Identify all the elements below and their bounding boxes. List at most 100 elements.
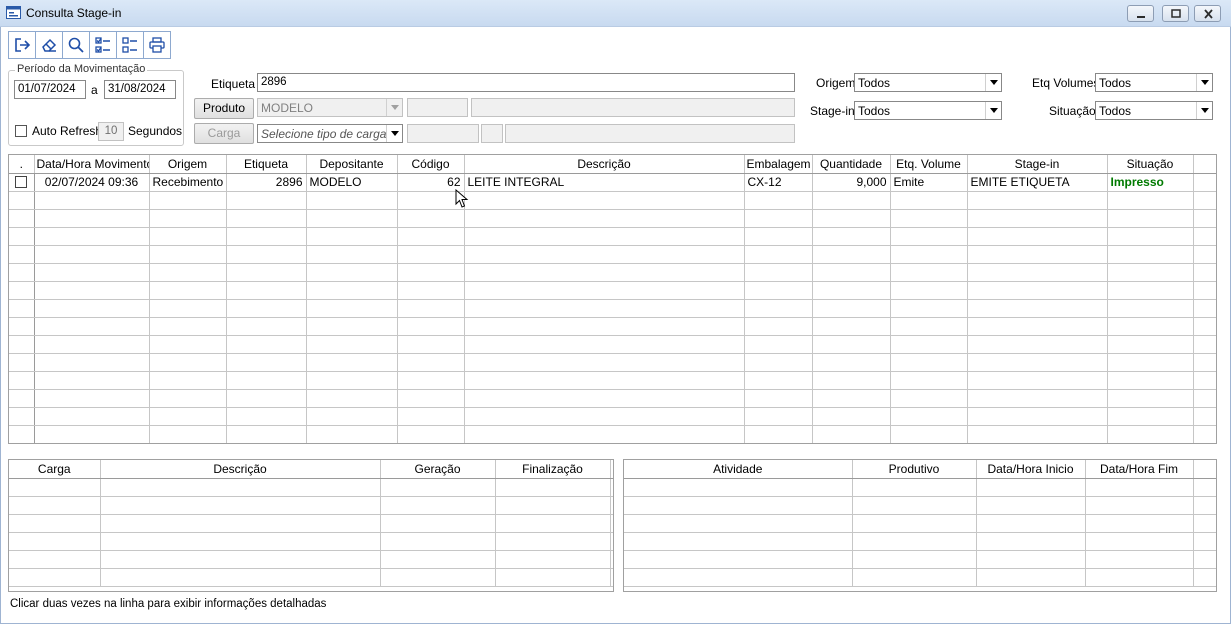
col-produtivo[interactable]: Produtivo — [852, 460, 977, 479]
col-depositante[interactable]: Depositante — [306, 155, 398, 174]
empty-cell — [34, 353, 150, 372]
maximize-button[interactable] — [1162, 5, 1189, 22]
origem-select[interactable]: Todos — [854, 73, 1002, 92]
col-origem[interactable]: Origem — [149, 155, 227, 174]
search-button[interactable] — [62, 31, 90, 59]
empty-cell — [9, 299, 35, 318]
col-quantidade[interactable]: Quantidade — [812, 155, 891, 174]
print-button[interactable] — [143, 31, 171, 59]
col-select[interactable]: . — [9, 155, 35, 174]
empty-cell — [226, 245, 307, 264]
main-grid: . Data/Hora Movimento Origem Etiqueta De… — [8, 154, 1217, 444]
empty-cell — [1193, 209, 1216, 228]
empty-cell — [149, 407, 227, 426]
eraser-icon — [42, 38, 57, 52]
cell-codigo: 62 — [397, 173, 465, 192]
col-data-hora[interactable]: Data/Hora Movimento — [34, 155, 150, 174]
empty-cell — [9, 425, 35, 443]
col-data-hora-inicio[interactable]: Data/Hora Inicio — [976, 460, 1086, 479]
list-icon — [122, 37, 137, 53]
select-all-button[interactable] — [89, 31, 117, 59]
produto-button[interactable]: Produto — [194, 98, 254, 119]
empty-cell — [1193, 299, 1216, 318]
col-data-hora-fim[interactable]: Data/Hora Fim — [1085, 460, 1194, 479]
exit-button[interactable] — [8, 31, 36, 59]
empty-row — [9, 425, 1216, 443]
empty-cell — [976, 550, 1086, 569]
situacao-select[interactable]: Todos — [1095, 101, 1213, 120]
stagein-select[interactable]: Todos — [854, 101, 1002, 120]
col-geracao[interactable]: Geração — [380, 460, 496, 479]
empty-cell — [1193, 191, 1216, 210]
col-atividade[interactable]: Atividade — [624, 460, 853, 479]
etiqueta-input[interactable]: 2896 — [257, 73, 795, 92]
empty-cell — [967, 263, 1108, 282]
col-etq-volume[interactable]: Etq. Volume — [890, 155, 968, 174]
empty-cell — [967, 353, 1108, 372]
empty-cell — [9, 478, 101, 497]
empty-cell — [744, 245, 813, 264]
empty-cell — [1193, 371, 1216, 390]
empty-cell — [967, 209, 1108, 228]
col-carga[interactable]: Carga — [9, 460, 101, 479]
empty-cell — [890, 389, 968, 408]
empty-row — [9, 227, 1216, 246]
produto-desc-field[interactable] — [471, 98, 795, 117]
empty-cell — [464, 209, 745, 228]
col-codigo[interactable]: Código — [397, 155, 465, 174]
row-checkbox[interactable] — [15, 176, 28, 188]
empty-cell — [464, 407, 745, 426]
unselect-all-button[interactable] — [116, 31, 144, 59]
produto-code-field[interactable] — [407, 98, 468, 117]
empty-cell — [744, 281, 813, 300]
empty-cell — [34, 227, 150, 246]
clear-button[interactable] — [35, 31, 63, 59]
col-stage-in[interactable]: Stage-in — [967, 155, 1108, 174]
empty-cell — [744, 209, 813, 228]
empty-cell — [890, 209, 968, 228]
row-select-cell[interactable] — [9, 173, 35, 192]
empty-cell — [226, 299, 307, 318]
empty-cell — [812, 389, 891, 408]
col-situacao[interactable]: Situação — [1107, 155, 1194, 174]
empty-cell — [1107, 209, 1194, 228]
empty-cell — [306, 335, 398, 354]
empty-cell — [610, 550, 613, 569]
empty-row — [624, 514, 1216, 533]
empty-cell — [100, 532, 381, 551]
empty-cell — [890, 227, 968, 246]
etq-volumes-select[interactable]: Todos — [1095, 73, 1213, 92]
empty-cell — [1107, 245, 1194, 264]
carga-button[interactable]: Carga — [194, 123, 254, 144]
refresh-seconds-field[interactable]: 10 — [98, 122, 124, 141]
col-carga-descricao[interactable]: Descrição — [100, 460, 381, 479]
empty-row — [9, 353, 1216, 372]
empty-cell — [1193, 514, 1216, 533]
close-button[interactable] — [1194, 5, 1221, 22]
empty-cell — [852, 496, 977, 515]
carga-code-field[interactable] — [407, 124, 479, 143]
etiqueta-label: Etiqueta — [211, 77, 256, 91]
col-finalizacao[interactable]: Finalização — [495, 460, 611, 479]
col-etiqueta[interactable]: Etiqueta — [226, 155, 307, 174]
carga-small-field[interactable] — [481, 124, 503, 143]
cell-data-hora: 02/07/2024 09:36 — [34, 173, 150, 192]
col-spacer — [610, 460, 613, 479]
table-row[interactable]: 02/07/2024 09:36 Recebimento 2896 MODELO… — [9, 173, 1216, 192]
col-embalagem[interactable]: Embalagem — [744, 155, 813, 174]
carga-type-select[interactable]: Selecione tipo de carga — [257, 124, 403, 143]
produto-select[interactable]: MODELO — [257, 98, 403, 117]
empty-cell — [1193, 227, 1216, 246]
auto-refresh-checkbox[interactable] — [15, 125, 27, 137]
carga-desc-field[interactable] — [505, 124, 795, 143]
col-descricao[interactable]: Descrição — [464, 155, 745, 174]
empty-cell — [306, 209, 398, 228]
empty-cell — [9, 371, 35, 390]
empty-cell — [1193, 532, 1216, 551]
periodo-start-field[interactable]: 01/07/2024 — [14, 80, 86, 99]
cell-quantidade: 9,000 — [812, 173, 891, 192]
minimize-button[interactable] — [1127, 5, 1154, 22]
periodo-end-field[interactable]: 31/08/2024 — [104, 80, 176, 99]
empty-row — [9, 514, 613, 533]
empty-cell — [34, 425, 150, 443]
